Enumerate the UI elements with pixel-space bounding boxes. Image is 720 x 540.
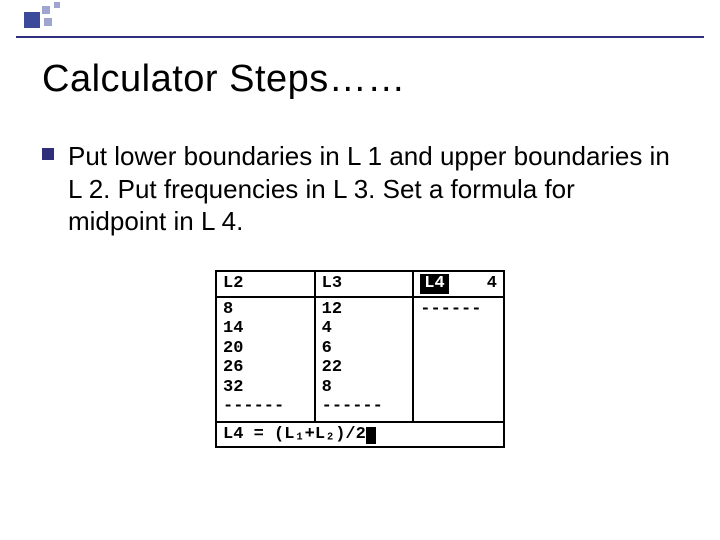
header-L4: L4 4 — [414, 272, 503, 296]
corner-decoration — [0, 0, 66, 36]
cell: 14 — [223, 319, 308, 339]
cell: 8 — [322, 378, 407, 398]
bullet-text: Put lower boundaries in L 1 and upper bo… — [68, 140, 678, 238]
col-L2-values: 8 14 20 26 32 ------ — [217, 298, 316, 421]
header-L4-highlight: L4 — [420, 274, 448, 294]
list-header-row: L2 L3 L4 4 — [217, 272, 503, 298]
header-L3: L3 — [316, 272, 415, 296]
cursor-icon — [366, 427, 376, 444]
body: Put lower boundaries in L 1 and upper bo… — [42, 140, 678, 238]
slide-title: Calculator Steps…… — [42, 58, 406, 101]
deco-square-icon — [54, 2, 60, 8]
formula-line: L4 = (L₁+L₂)/2 — [217, 421, 503, 447]
header-L2: L2 — [217, 272, 316, 296]
bullet-icon — [42, 148, 54, 160]
cell: 20 — [223, 339, 308, 359]
header-L4-index: 4 — [487, 274, 497, 294]
deco-square-icon — [42, 6, 50, 14]
formula-prefix: L4 = — [223, 425, 264, 444]
cell: 8 — [223, 300, 308, 320]
calculator-figure: L2 L3 L4 4 8 14 20 26 32 ------ 12 — [0, 270, 720, 448]
cell: 26 — [223, 358, 308, 378]
cell: ------ — [322, 397, 407, 417]
slide: Calculator Steps…… Put lower boundaries … — [0, 0, 720, 540]
deco-square-icon — [44, 18, 52, 26]
cell: ------ — [420, 300, 497, 320]
divider — [16, 36, 704, 38]
formula-body: (L₁+L₂)/2 — [274, 425, 366, 444]
list-values-row: 8 14 20 26 32 ------ 12 4 6 22 8 ------ … — [217, 298, 503, 421]
calculator-screen: L2 L3 L4 4 8 14 20 26 32 ------ 12 — [215, 270, 505, 448]
cell: 32 — [223, 378, 308, 398]
cell: 4 — [322, 319, 407, 339]
deco-square-icon — [24, 12, 40, 28]
col-L4-values: ------ — [414, 298, 503, 421]
cell: 6 — [322, 339, 407, 359]
cell: 12 — [322, 300, 407, 320]
col-L3-values: 12 4 6 22 8 ------ — [316, 298, 415, 421]
cell: ------ — [223, 397, 308, 417]
cell: 22 — [322, 358, 407, 378]
bullet-item: Put lower boundaries in L 1 and upper bo… — [42, 140, 678, 238]
